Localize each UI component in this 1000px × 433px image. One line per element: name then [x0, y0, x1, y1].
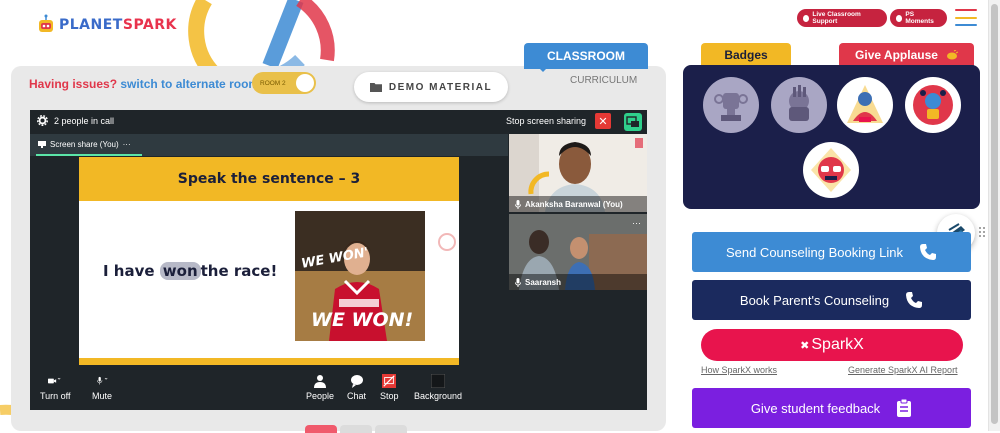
stop-sharing-button[interactable]: ✕	[595, 113, 611, 129]
slide-footer-bar	[79, 358, 459, 365]
sparkx-label: SparkX	[811, 336, 864, 353]
monitor-icon	[38, 141, 46, 148]
alternate-room-prompt: Having issues? switch to alternate room	[29, 77, 259, 91]
info-icon	[803, 14, 810, 22]
slide-sentence: I have won the race!	[103, 262, 278, 280]
drag-handle-icon[interactable]	[979, 227, 987, 239]
layout-toggle-button[interactable]	[624, 113, 642, 131]
sparkx-logo-icon: ✖	[800, 339, 810, 352]
stop-share-button[interactable]: Stop	[380, 374, 399, 401]
bottom-tab-3[interactable]	[375, 425, 407, 433]
chat-button[interactable]: Chat	[347, 374, 366, 401]
call-controls-bar: Turn off Mute People Chat Stop Backgroun…	[30, 368, 647, 410]
give-applause-label: Give Applause	[855, 48, 938, 62]
robot-mascot-icon	[37, 14, 55, 36]
gif-text-bottom: WE WON!	[311, 309, 414, 331]
book-parent-counseling-button[interactable]: Book Parent's Counseling	[692, 280, 971, 320]
generate-sparkx-report-link[interactable]: Generate SparkX AI Report	[848, 365, 958, 375]
give-student-feedback-button[interactable]: Give student feedback	[692, 388, 971, 428]
chat-bubble-icon	[350, 375, 363, 388]
tab-curriculum[interactable]: CURRICULUM	[570, 75, 637, 86]
toggle-knob	[296, 74, 314, 92]
hamburger-menu-icon[interactable]	[955, 9, 977, 26]
participant-video-student[interactable]: ··· Saaransh	[509, 214, 647, 290]
phone-icon	[920, 244, 937, 260]
stop-share-icon	[382, 374, 397, 388]
ps-moments-label: PS Moments	[905, 11, 934, 25]
microphone-icon	[97, 376, 108, 385]
page-scrollbar[interactable]	[988, 0, 1000, 431]
pip-float-icon[interactable]	[438, 233, 456, 251]
bottom-tab-2[interactable]	[340, 425, 372, 433]
active-tab-indicator	[36, 154, 142, 156]
participant-video-teacher[interactable]: Akanksha Baranwal (You)	[509, 134, 647, 212]
badge-superhero-icon[interactable]	[837, 77, 893, 133]
room-toggle[interactable]: ROOM 2	[252, 72, 316, 94]
celebration-gif: WE WON' WE WON!	[295, 211, 425, 341]
live-support-label: Live Classroom Support	[812, 11, 861, 25]
badge-creative-icon[interactable]	[905, 77, 961, 133]
how-sparkx-works-link[interactable]: How SparkX works	[701, 365, 777, 375]
live-classroom-support-button[interactable]: Live Classroom Support	[797, 9, 887, 27]
planetspark-logo[interactable]: PLANETSPARK	[37, 14, 177, 36]
microphone-icon	[515, 199, 521, 209]
tab-classroom[interactable]: CLASSROOM	[524, 43, 648, 69]
background-button[interactable]: Background	[414, 374, 462, 401]
participant-label-teacher: Akanksha Baranwal (You)	[509, 196, 647, 212]
student-feedback-label: Give student feedback	[750, 400, 881, 416]
folder-icon	[369, 83, 382, 92]
badges-panel	[683, 65, 980, 209]
background-icon	[431, 374, 446, 388]
highlighted-word: won	[159, 262, 201, 280]
video-call-window: 2 people in call Stop screen sharing ✕ S…	[30, 110, 647, 410]
participant-label-student: Saaransh	[509, 274, 647, 290]
send-counseling-link-button[interactable]: Send Counseling Booking Link	[692, 232, 971, 272]
badge-trophy-icon[interactable]	[703, 77, 759, 133]
phone-icon	[906, 292, 923, 308]
sparkx-button[interactable]: ✖ SparkX	[701, 329, 963, 361]
turn-off-camera-button[interactable]: Turn off	[40, 374, 71, 401]
screen-share-tab[interactable]: Screen share (You) ···	[30, 134, 508, 156]
demo-material-button[interactable]: DEMO MATERIAL	[354, 72, 508, 102]
stop-sharing-label: Stop screen sharing	[506, 116, 587, 126]
issues-text: Having issues?	[29, 77, 118, 91]
ps-moments-button[interactable]: PS Moments	[890, 9, 947, 27]
pip-icon	[626, 116, 639, 127]
mute-button[interactable]: Mute	[92, 374, 112, 401]
people-count: 2 people in call	[54, 115, 115, 126]
slide-body: I have won the race! WE WON' WE WON!	[79, 201, 459, 359]
demo-material-label: DEMO MATERIAL	[388, 81, 493, 93]
camera-icon	[896, 14, 903, 22]
bottom-tab-1[interactable]	[305, 425, 337, 433]
gear-icon[interactable]	[37, 115, 48, 126]
people-button[interactable]: People	[306, 374, 334, 401]
badge-hand-icon[interactable]	[771, 77, 827, 133]
shared-slide: Speak the sentence – 3 I have won the rac…	[79, 157, 459, 365]
logo-text: PLANETSPARK	[59, 17, 177, 33]
parent-counseling-label: Book Parent's Counseling	[739, 292, 890, 308]
badge-smart-icon[interactable]	[803, 142, 859, 198]
tab-badges[interactable]: Badges	[701, 43, 791, 67]
slide-title: Speak the sentence – 3	[79, 157, 459, 201]
switch-room-link[interactable]: switch to alternate room	[120, 77, 259, 91]
person-icon	[314, 375, 327, 388]
screen-share-tab-label: Screen share (You) ···	[38, 140, 131, 149]
microphone-icon	[515, 277, 521, 287]
send-counseling-label: Send Counseling Booking Link	[725, 244, 904, 260]
camera-icon	[48, 377, 61, 384]
scrollbar-thumb[interactable]	[991, 4, 998, 424]
video-options-icon[interactable]: ···	[632, 218, 641, 228]
more-options-icon[interactable]: ···	[123, 140, 131, 149]
clipboard-icon	[897, 399, 912, 417]
room-toggle-label: ROOM 2	[260, 79, 286, 87]
clapping-hands-icon	[946, 50, 958, 60]
tab-give-applause[interactable]: Give Applause	[839, 43, 974, 67]
people-in-call: 2 people in call	[37, 115, 114, 126]
